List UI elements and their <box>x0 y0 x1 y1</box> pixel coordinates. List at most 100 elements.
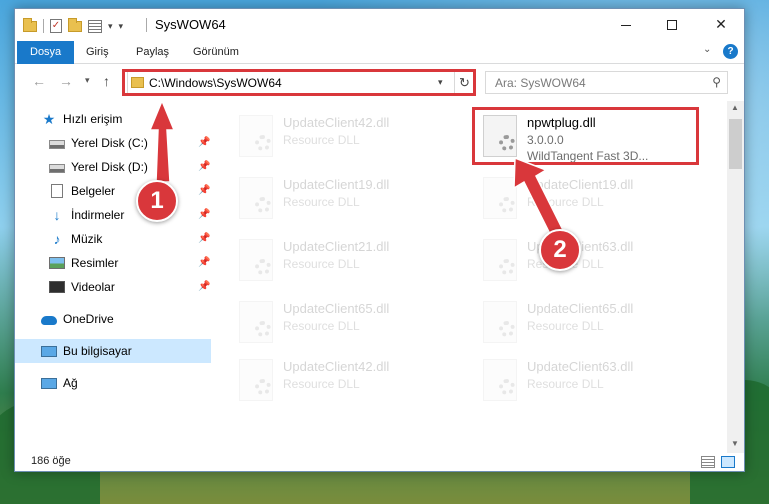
gear-icon <box>255 135 271 151</box>
sidebar-item-this-pc[interactable]: Bu bilgisayar <box>15 339 211 363</box>
gear-icon <box>255 379 271 395</box>
title-divider <box>146 18 147 32</box>
gear-icon <box>499 379 515 395</box>
pin-icon[interactable]: 📌 <box>198 185 210 196</box>
sidebar-item-label: Yerel Disk (D:) <box>71 160 148 174</box>
scroll-down-icon[interactable]: ▼ <box>731 439 739 448</box>
file-type: Resource DLL <box>283 377 360 391</box>
dll-file-icon <box>239 115 273 157</box>
sidebar-item-local-disk-c[interactable]: Yerel Disk (C:) 📌 <box>15 131 211 155</box>
close-icon: ✕ <box>715 16 727 32</box>
sidebar-item-videos[interactable]: Videolar 📌 <box>15 275 211 299</box>
properties-icon[interactable] <box>88 19 102 33</box>
pin-icon[interactable]: 📌 <box>198 257 210 268</box>
pin-icon[interactable]: 📌 <box>198 281 210 292</box>
back-arrow-icon[interactable]: ← <box>32 73 46 89</box>
scroll-thumb[interactable] <box>729 119 742 169</box>
search-icon[interactable]: ⚲ <box>712 75 721 89</box>
file-name: UpdateClient19.dll <box>527 177 634 192</box>
tab-share[interactable]: Paylaş <box>127 41 178 64</box>
sidebar-item-network[interactable]: Ağ <box>15 371 211 395</box>
video-icon <box>49 281 65 293</box>
sidebar-item-music[interactable]: ♪ Müzik 📌 <box>15 227 211 251</box>
network-icon <box>41 377 57 389</box>
dll-file-icon <box>483 359 517 401</box>
sidebar-item-local-disk-d[interactable]: Yerel Disk (D:) 📌 <box>15 155 211 179</box>
sidebar-item-onedrive[interactable]: OneDrive <box>15 307 211 331</box>
sidebar-item-label: Yerel Disk (C:) <box>71 136 148 150</box>
file-name: UpdateClient42.dll <box>283 359 390 374</box>
gear-icon <box>499 197 515 213</box>
customize-toolbar-icon[interactable]: ▾ <box>119 21 124 32</box>
gear-icon <box>255 259 271 275</box>
file-item[interactable]: UpdateClient19.dll Resource DLL <box>231 169 451 225</box>
sidebar-item-label: Hızlı erişim <box>63 112 123 126</box>
file-item[interactable]: UpdateClient21.dll Resource DLL <box>231 231 451 287</box>
file-name: UpdateClient19.dll <box>283 177 390 192</box>
file-type: Resource DLL <box>527 195 604 209</box>
dll-file-icon <box>239 177 273 219</box>
search-input[interactable]: Ara: SysWOW64 <box>495 76 586 90</box>
vertical-scrollbar[interactable]: ▲ ▼ <box>727 101 744 453</box>
tiles-view-icon[interactable] <box>721 456 735 468</box>
file-type: Resource DLL <box>283 195 360 209</box>
gear-icon <box>499 259 515 275</box>
close-button[interactable]: ✕ <box>698 9 744 39</box>
sidebar-item-downloads[interactable]: ↓ İndirmeler 📌 <box>15 203 211 227</box>
forward-arrow-icon[interactable]: → <box>59 73 73 89</box>
dll-file-icon <box>239 239 273 281</box>
tab-file[interactable]: Dosya <box>17 41 75 64</box>
sidebar-item-quick-access[interactable]: ★ Hızlı erişim <box>15 107 211 131</box>
pin-icon[interactable]: 📌 <box>198 209 210 220</box>
window-title: SysWOW64 <box>155 17 226 32</box>
sidebar-item-pictures[interactable]: Resimler 📌 <box>15 251 211 275</box>
pin-icon[interactable]: 📌 <box>198 137 210 148</box>
minimize-button[interactable] <box>603 9 649 39</box>
pin-icon[interactable]: 📌 <box>198 233 210 244</box>
tab-home[interactable]: Giriş <box>77 41 118 64</box>
sidebar-item-label: Videolar <box>71 280 115 294</box>
dll-file-icon <box>483 301 517 343</box>
toolbar-divider <box>43 19 44 33</box>
quick-access-toolbar: ✓ ▾ ▾ <box>23 17 123 35</box>
file-name: UpdateClient21.dll <box>283 239 390 254</box>
disk-icon <box>49 164 65 173</box>
file-name: UpdateClient65.dll <box>283 301 390 316</box>
file-name: UpdateClient42.dll <box>283 115 390 130</box>
dll-file-icon <box>239 301 273 343</box>
maximize-icon <box>667 20 677 31</box>
file-item[interactable]: UpdateClient19.dll Resource DLL <box>475 169 695 225</box>
recent-locations-icon[interactable]: ▾ <box>85 75 90 86</box>
navigation-pane: ★ Hızlı erişim Yerel Disk (C:) 📌 Yerel D… <box>15 101 211 453</box>
file-name: UpdateClient65.dll <box>527 301 634 316</box>
file-item[interactable]: UpdateClient65.dll Resource DLL <box>475 293 695 349</box>
file-item[interactable]: UpdateClient65.dll Resource DLL <box>231 293 451 349</box>
expand-ribbon-icon[interactable]: ⌄ <box>703 44 711 55</box>
pictures-icon <box>49 257 65 269</box>
title-bar: ✓ ▾ ▾ SysWOW64 ✕ <box>15 9 744 41</box>
file-item[interactable]: UpdateClient42.dll Resource DLL <box>231 351 451 407</box>
chevron-down-icon[interactable]: ▾ <box>108 21 113 32</box>
file-type: Resource DLL <box>283 133 360 147</box>
up-arrow-icon[interactable]: ↑ <box>103 73 110 89</box>
onedrive-icon <box>41 316 57 325</box>
file-type: Resource DLL <box>527 319 604 333</box>
file-item[interactable]: UpdateClient42.dll Resource DLL <box>231 107 451 163</box>
new-folder-icon[interactable] <box>68 17 82 32</box>
pin-icon[interactable]: 📌 <box>198 161 210 172</box>
search-box[interactable]: Ara: SysWOW64 ⚲ <box>485 71 728 94</box>
gear-icon <box>255 321 271 337</box>
help-icon[interactable]: ? <box>723 44 738 59</box>
dll-file-icon <box>239 359 273 401</box>
sidebar-item-documents[interactable]: Belgeler 📌 <box>15 179 211 203</box>
file-item[interactable]: UpdateClient63.dll Resource DLL <box>475 231 695 287</box>
file-item[interactable]: UpdateClient63.dll Resource DLL <box>475 351 695 407</box>
sidebar-item-label: Belgeler <box>71 184 116 198</box>
tab-view[interactable]: Görünüm <box>184 41 248 64</box>
properties-check-icon[interactable]: ✓ <box>50 19 62 33</box>
details-view-icon[interactable] <box>701 456 715 468</box>
maximize-button[interactable] <box>649 9 695 39</box>
sidebar-item-label: Ağ <box>63 376 78 390</box>
dll-file-icon <box>483 177 517 219</box>
scroll-up-icon[interactable]: ▲ <box>731 103 739 112</box>
